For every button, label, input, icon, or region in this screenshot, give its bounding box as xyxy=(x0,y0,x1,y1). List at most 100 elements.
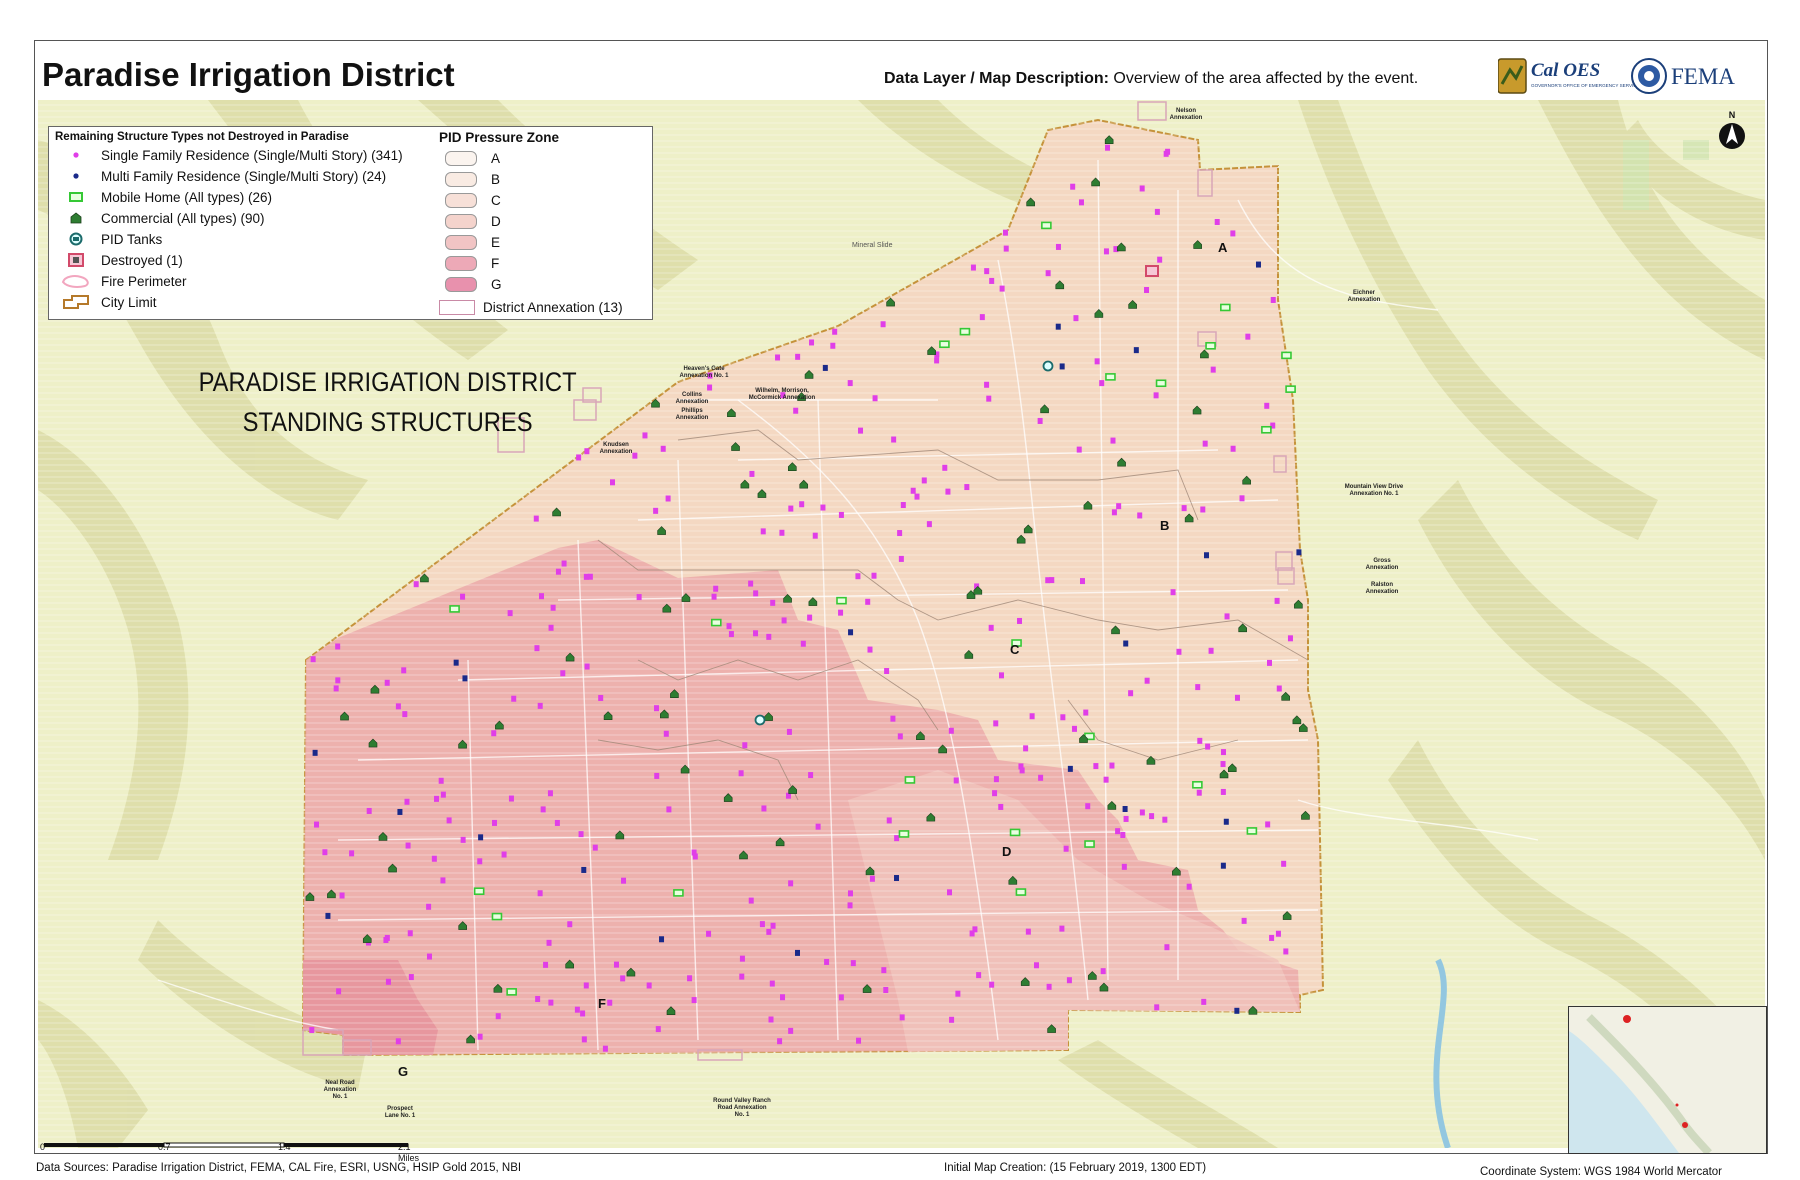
single-family-marker[interactable] xyxy=(921,477,927,484)
commercial-marker[interactable] xyxy=(1020,977,1030,986)
single-family-marker[interactable] xyxy=(1073,315,1079,322)
commercial-marker[interactable] xyxy=(775,837,785,847)
single-family-marker[interactable] xyxy=(548,999,554,1006)
single-family-marker[interactable] xyxy=(768,1016,774,1023)
single-family-marker[interactable] xyxy=(770,599,776,606)
mobile-home-marker[interactable] xyxy=(1009,828,1021,837)
single-family-marker[interactable] xyxy=(1070,183,1076,190)
mobile-home-marker[interactable] xyxy=(1041,221,1052,230)
commercial-marker[interactable] xyxy=(1248,1005,1258,1015)
commercial-marker[interactable] xyxy=(757,489,767,498)
single-family-marker[interactable] xyxy=(440,791,446,798)
commercial-marker[interactable] xyxy=(1219,769,1229,779)
single-family-marker[interactable] xyxy=(654,772,660,779)
commercial-marker[interactable] xyxy=(1047,1024,1056,1033)
single-family-marker[interactable] xyxy=(1281,860,1287,867)
mobile-home-marker[interactable] xyxy=(1220,303,1231,312)
mobile-home-marker[interactable] xyxy=(1155,379,1167,388)
commercial-marker[interactable] xyxy=(764,712,773,721)
mobile-home-marker[interactable] xyxy=(1192,781,1203,789)
single-family-marker[interactable] xyxy=(1214,218,1220,225)
commercial-marker[interactable] xyxy=(1040,404,1049,414)
single-family-marker[interactable] xyxy=(1111,509,1117,516)
single-family-marker[interactable] xyxy=(584,448,590,455)
commercial-marker[interactable] xyxy=(926,812,936,822)
single-family-marker[interactable] xyxy=(687,975,693,982)
single-family-marker[interactable] xyxy=(1038,774,1044,781)
single-family-marker[interactable] xyxy=(969,930,975,937)
commercial-marker[interactable] xyxy=(731,442,740,451)
single-family-marker[interactable] xyxy=(543,961,549,968)
single-family-marker[interactable] xyxy=(1181,505,1187,512)
single-family-marker[interactable] xyxy=(748,897,754,904)
single-family-marker[interactable] xyxy=(314,821,320,828)
multi-family-marker[interactable] xyxy=(453,659,459,666)
mobile-home-marker[interactable] xyxy=(710,618,722,627)
single-family-marker[interactable] xyxy=(1120,831,1126,838)
single-family-marker[interactable] xyxy=(1196,789,1202,796)
single-family-marker[interactable] xyxy=(1063,845,1069,852)
single-family-marker[interactable] xyxy=(460,836,466,843)
commercial-marker[interactable] xyxy=(740,479,750,489)
single-family-marker[interactable] xyxy=(869,875,875,882)
single-family-marker[interactable] xyxy=(999,285,1005,292)
single-family-marker[interactable] xyxy=(598,694,604,701)
single-family-marker[interactable] xyxy=(1085,803,1091,810)
single-family-marker[interactable] xyxy=(809,339,815,346)
single-family-marker[interactable] xyxy=(1078,199,1084,206)
commercial-marker[interactable] xyxy=(1298,723,1308,732)
mobile-home-marker[interactable] xyxy=(473,887,485,896)
single-family-marker[interactable] xyxy=(1210,366,1216,373)
single-family-marker[interactable] xyxy=(855,573,861,580)
single-family-marker[interactable] xyxy=(1083,709,1089,716)
single-family-marker[interactable] xyxy=(726,623,732,630)
single-family-marker[interactable] xyxy=(795,353,801,360)
single-family-marker[interactable] xyxy=(426,953,432,960)
single-family-marker[interactable] xyxy=(934,357,940,364)
single-family-marker[interactable] xyxy=(405,842,411,849)
single-family-marker[interactable] xyxy=(547,790,553,797)
single-family-marker[interactable] xyxy=(1059,925,1065,932)
commercial-marker[interactable] xyxy=(1094,309,1104,318)
commercial-marker[interactable] xyxy=(1055,280,1065,290)
single-family-marker[interactable] xyxy=(998,803,1004,810)
multi-family-marker[interactable] xyxy=(822,364,828,371)
single-family-marker[interactable] xyxy=(1060,714,1066,721)
single-family-marker[interactable] xyxy=(728,631,734,638)
single-family-marker[interactable] xyxy=(1100,968,1106,975)
commercial-marker[interactable] xyxy=(378,831,388,841)
single-family-marker[interactable] xyxy=(1275,930,1281,937)
single-family-marker[interactable] xyxy=(335,677,341,684)
single-family-marker[interactable] xyxy=(560,670,566,677)
single-family-marker[interactable] xyxy=(993,720,999,727)
single-family-marker[interactable] xyxy=(613,961,619,968)
single-family-marker[interactable] xyxy=(1200,506,1206,513)
single-family-marker[interactable] xyxy=(567,921,573,928)
single-family-marker[interactable] xyxy=(477,1033,483,1040)
multi-family-marker[interactable] xyxy=(1220,862,1226,869)
single-family-marker[interactable] xyxy=(838,511,844,518)
commercial-marker[interactable] xyxy=(1111,625,1120,635)
single-family-marker[interactable] xyxy=(1162,816,1168,823)
single-family-marker[interactable] xyxy=(507,610,513,617)
single-family-marker[interactable] xyxy=(402,711,408,718)
mobile-home-marker[interactable] xyxy=(506,988,517,996)
single-family-marker[interactable] xyxy=(1139,809,1145,816)
commercial-marker[interactable] xyxy=(615,830,625,840)
multi-family-marker[interactable] xyxy=(462,675,468,682)
single-family-marker[interactable] xyxy=(1208,647,1214,654)
single-family-marker[interactable] xyxy=(976,972,982,979)
single-family-marker[interactable] xyxy=(1149,813,1155,820)
commercial-marker[interactable] xyxy=(458,921,468,930)
multi-family-marker[interactable] xyxy=(659,936,665,943)
single-family-marker[interactable] xyxy=(881,967,887,974)
multi-family-marker[interactable] xyxy=(1234,1007,1240,1014)
single-family-marker[interactable] xyxy=(1170,589,1176,596)
single-family-marker[interactable] xyxy=(477,858,483,865)
single-family-marker[interactable] xyxy=(1128,690,1134,697)
commercial-marker[interactable] xyxy=(662,603,672,613)
single-family-marker[interactable] xyxy=(1274,597,1280,604)
commercial-marker[interactable] xyxy=(458,739,467,749)
single-family-marker[interactable] xyxy=(1220,749,1226,756)
single-family-marker[interactable] xyxy=(815,823,821,830)
